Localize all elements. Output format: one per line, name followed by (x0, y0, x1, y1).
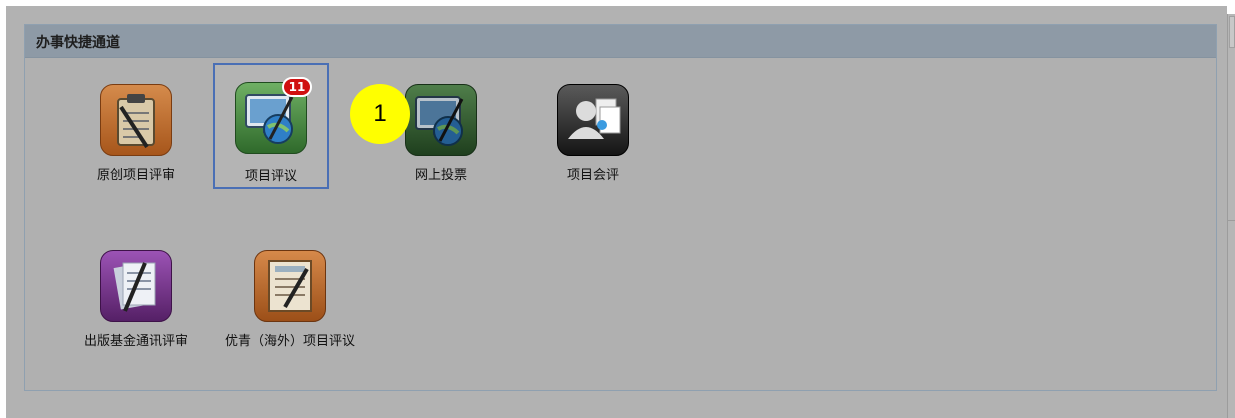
tile-label: 项目会评 (566, 168, 619, 183)
form-pen-icon (254, 250, 326, 322)
tile-original-project-review[interactable]: 原创项目评审 (78, 80, 194, 206)
tile-label: 原创项目评审 (96, 168, 175, 183)
monitor-globe-icon (405, 84, 477, 156)
tile-overseas-young-scholar-review[interactable]: 优青（海外）项目评议 (212, 246, 368, 372)
users-documents-icon (557, 84, 629, 156)
vertical-scrollbar[interactable] (1227, 14, 1235, 418)
step-marker: 1 (350, 84, 410, 144)
tile-label: 项目评议 (244, 169, 297, 184)
scrollbar-thumb[interactable] (1229, 16, 1235, 48)
tile-project-discussion[interactable]: 11 项目评议 (213, 63, 329, 189)
clipboard-icon (100, 84, 172, 156)
tile-project-meeting-review[interactable]: 项目会评 (535, 80, 651, 206)
panel-header: 办事快捷通道 (25, 25, 1216, 58)
tile-publication-fund-review[interactable]: 出版基金通讯评审 (78, 246, 194, 372)
tile-label: 网上投票 (414, 168, 467, 183)
tile-label: 出版基金通讯评审 (83, 334, 188, 349)
documents-pen-icon (100, 250, 172, 322)
notification-badge: 11 (282, 77, 312, 97)
panel-title: 办事快捷通道 (36, 35, 120, 51)
tile-label: 优青（海外）项目评议 (224, 334, 355, 349)
scrollbar-track-mark (1228, 220, 1235, 221)
monitor-globe-icon: 11 (235, 77, 312, 154)
